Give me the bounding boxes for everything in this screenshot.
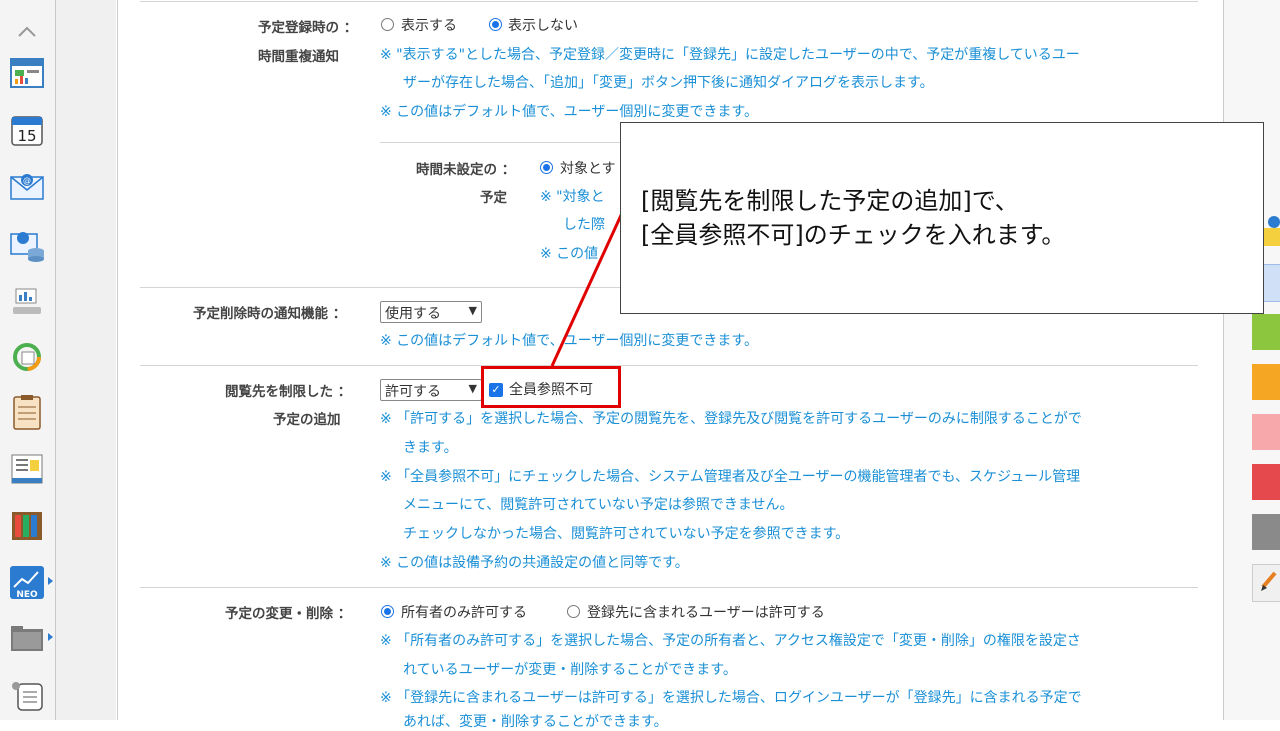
callout-line-1: [閲覧先を制限した予定の追加]で、 bbox=[641, 187, 1019, 215]
instruction-callout: [閲覧先を制限した予定の追加]で、 [全員参照不可]のチェックを入れます。 bbox=[620, 122, 1264, 314]
callout-pointer bbox=[550, 199, 630, 367]
callout-line-2: [全員参照不可]のチェックを入れます。 bbox=[641, 221, 1066, 249]
